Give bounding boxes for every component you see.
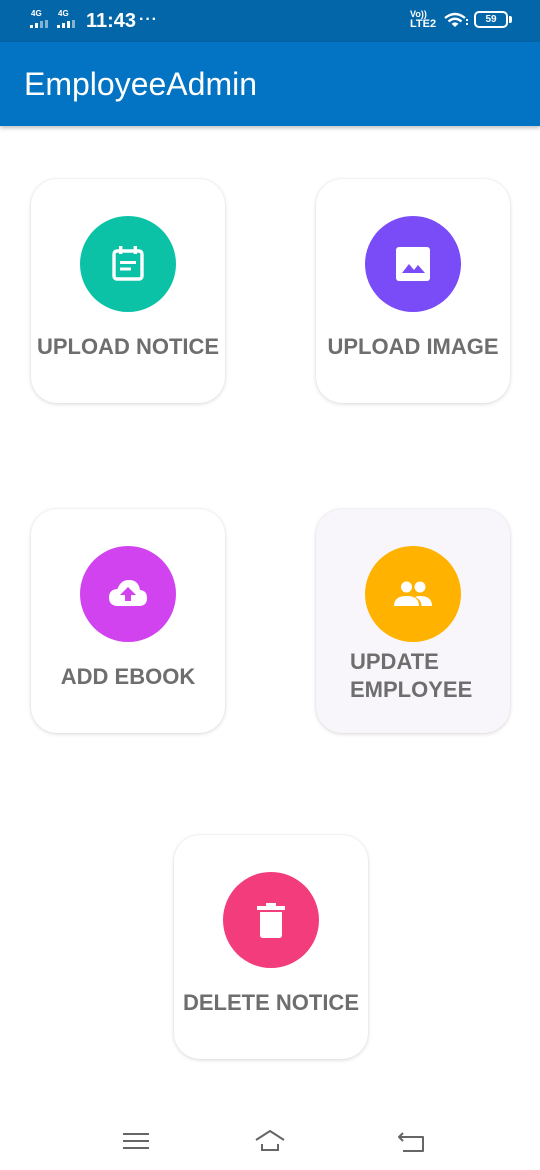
signal-sim2-icon: 4G (57, 10, 77, 30)
upload-image-icon-circle (365, 216, 461, 312)
add-ebook-card[interactable]: ADD EBOOK (31, 509, 225, 733)
add-ebook-icon-circle (80, 546, 176, 642)
add-ebook-label: ADD EBOOK (60, 664, 196, 689)
back-icon[interactable] (397, 1126, 427, 1156)
menu-icon[interactable] (121, 1126, 151, 1156)
volte-bottom-text: LTE2 (410, 18, 437, 30)
upload-notice-icon-circle (80, 216, 176, 312)
calendar-note-icon (112, 246, 144, 281)
image-icon (396, 247, 430, 281)
cloud-upload-icon (109, 580, 147, 606)
app-bar: EmployeeAdmin (0, 42, 540, 126)
status-bar: 4G 4G 11:43 ··· Vo)) LTE2 59 (0, 0, 540, 42)
delete-notice-card[interactable]: DELETE NOTICE (174, 835, 368, 1059)
network-type-sim2: 4G (58, 9, 69, 18)
upload-image-card[interactable]: UPLOAD IMAGE (316, 179, 510, 403)
trash-icon (257, 903, 285, 938)
delete-notice-label: DELETE NOTICE (182, 990, 359, 1015)
signal-sim1-icon: 4G (30, 10, 50, 30)
battery-icon: 59 (474, 11, 512, 28)
more-notifications-icon: ··· (139, 11, 158, 28)
people-icon (394, 581, 432, 606)
app-title: EmployeeAdmin (24, 66, 257, 102)
battery-level: 59 (485, 14, 497, 25)
system-nav-bar (0, 1112, 540, 1170)
upload-notice-label: UPLOAD NOTICE (36, 334, 220, 359)
status-time: 11:43 (86, 10, 137, 32)
update-employee-card[interactable]: UPDATE EMPLOYEE (316, 509, 510, 733)
wifi-icon (444, 12, 468, 27)
volte-indicator: Vo)) LTE2 (410, 9, 440, 30)
delete-notice-icon-circle (223, 872, 319, 968)
update-employee-icon-circle (365, 546, 461, 642)
upload-notice-card[interactable]: UPLOAD NOTICE (31, 179, 225, 403)
update-employee-label: UPDATE EMPLOYEE (350, 649, 473, 702)
home-icon[interactable] (255, 1126, 285, 1156)
upload-image-label: UPLOAD IMAGE (327, 334, 499, 359)
network-type-sim1: 4G (31, 9, 42, 18)
